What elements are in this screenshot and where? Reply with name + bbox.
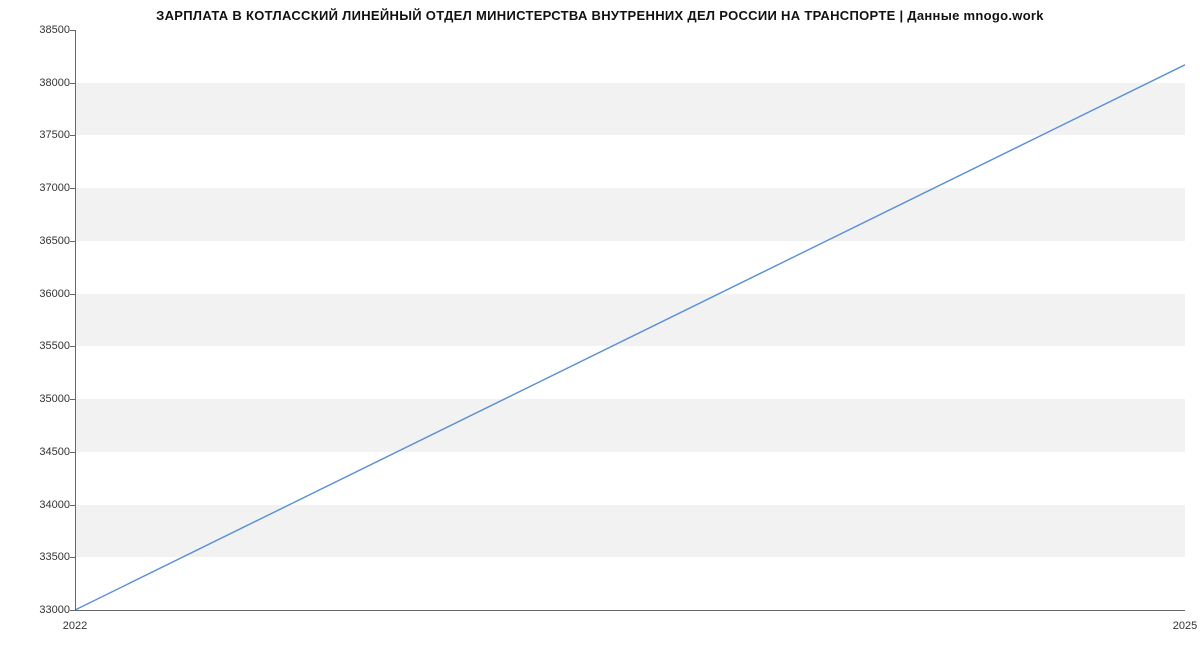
chart-title: ЗАРПЛАТА В КОТЛАССКИЙ ЛИНЕЙНЫЙ ОТДЕЛ МИН… (0, 8, 1200, 23)
y-tick-label: 35000 (10, 393, 70, 405)
x-tick-label: 2022 (63, 620, 87, 632)
y-tick-mark (70, 294, 75, 295)
y-tick-label: 34000 (10, 499, 70, 511)
y-axis-line (75, 30, 76, 610)
y-tick-label: 38500 (10, 24, 70, 36)
y-tick-mark (70, 135, 75, 136)
y-tick-mark (70, 241, 75, 242)
x-tick-label: 2025 (1173, 620, 1197, 632)
y-tick-mark (70, 346, 75, 347)
y-tick-label: 36500 (10, 235, 70, 247)
y-tick-label: 33000 (10, 604, 70, 616)
y-tick-label: 34500 (10, 446, 70, 458)
chart-line (75, 65, 1185, 610)
plot-area (75, 30, 1185, 610)
y-tick-mark (70, 399, 75, 400)
chart-line-svg (75, 30, 1185, 610)
y-tick-mark (70, 452, 75, 453)
y-tick-label: 38000 (10, 77, 70, 89)
y-tick-label: 36000 (10, 288, 70, 300)
y-tick-mark (70, 557, 75, 558)
y-tick-mark (70, 610, 75, 611)
chart-container: ЗАРПЛАТА В КОТЛАССКИЙ ЛИНЕЙНЫЙ ОТДЕЛ МИН… (0, 0, 1200, 650)
y-tick-mark (70, 188, 75, 189)
y-tick-label: 37500 (10, 129, 70, 141)
y-tick-mark (70, 30, 75, 31)
y-tick-label: 33500 (10, 551, 70, 563)
x-axis-line (75, 610, 1185, 611)
y-tick-label: 37000 (10, 182, 70, 194)
y-tick-label: 35500 (10, 340, 70, 352)
y-tick-mark (70, 505, 75, 506)
y-tick-mark (70, 83, 75, 84)
